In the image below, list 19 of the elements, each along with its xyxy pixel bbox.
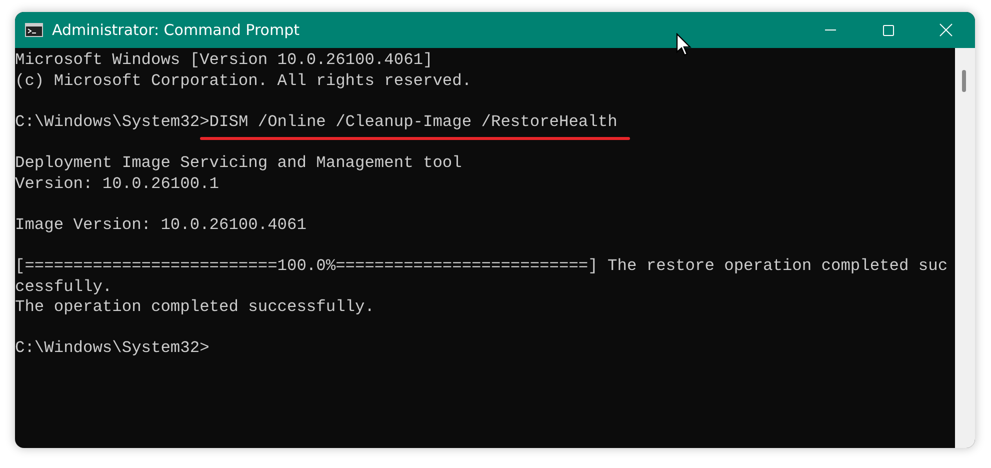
console-output: The operation completed successfully.: [15, 298, 374, 316]
maximize-icon: [882, 24, 894, 36]
scrollbar[interactable]: [955, 48, 975, 448]
minimize-icon: [824, 29, 836, 31]
console-output: Microsoft Windows [Version 10.0.26100.4061]: [15, 51, 433, 69]
console-output: Version: 10.0.26100.1: [15, 174, 219, 193]
console-output: (c) Microsoft Corporation. All rights reserved.: [15, 72, 472, 90]
command-text: DISM /Online /Cleanup-Image /RestoreHealth: [209, 112, 618, 131]
close-icon: [939, 23, 953, 37]
command-prompt: C:\Windows\System32>: [15, 112, 210, 131]
console-output: Deployment Image Servicing and Management tool: [15, 154, 462, 172]
console-output: Image Version: 10.0.26100.4061: [15, 216, 306, 234]
console-output: cessfully.: [15, 278, 112, 296]
command-prompt: C:\Windows\System32>: [15, 339, 210, 358]
console-icon: [25, 23, 43, 37]
window-title: Administrator: Command Prompt: [52, 21, 300, 39]
scrollbar-thumb[interactable]: [962, 70, 966, 92]
mouse-pointer-icon: [676, 33, 692, 57]
console-output: [==========================100.0%==========================] The restore operation completed suc: [15, 256, 948, 275]
